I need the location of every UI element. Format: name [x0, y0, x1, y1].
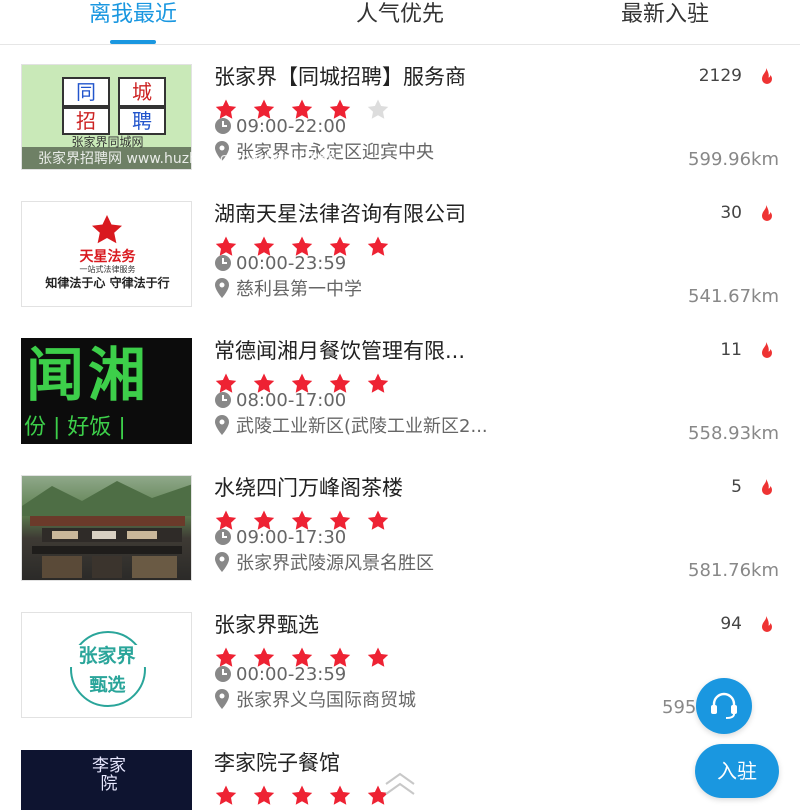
- storefront-photo: [22, 481, 191, 578]
- distance: 558.93km: [688, 423, 779, 444]
- headset-icon: [711, 692, 737, 719]
- business-hours: 00:00-23:59: [236, 253, 347, 274]
- shop-thumbnail: 闻湘 份 | 好饭 |: [21, 338, 192, 444]
- shop-thumbnail: 李家院: [21, 750, 192, 810]
- hours-row: 08:00-17:00: [214, 390, 346, 415]
- clock-icon: [214, 391, 236, 415]
- tab-popular[interactable]: 人气优先: [335, 0, 465, 30]
- shop-address: 武陵工业新区(武陵工业新区2...: [236, 416, 488, 437]
- popularity-count: 30: [720, 203, 742, 223]
- thumb-brand-sub: 甄选: [89, 675, 126, 696]
- shop-name: 张家界甄选: [214, 613, 319, 637]
- tab-nearest[interactable]: 离我最近: [68, 0, 198, 30]
- tab-bar: 离我最近 人气优先 最新入驻: [0, 0, 800, 45]
- popularity-count: 2129: [698, 66, 742, 86]
- flame-icon: [762, 479, 772, 495]
- business-hours: 00:00-23:59: [236, 664, 347, 685]
- hours-row: 00:00-23:59: [214, 664, 346, 689]
- thumb-brand: 闻湘: [26, 341, 151, 409]
- clock-icon: [214, 665, 236, 689]
- shop-address: 张家界义乌国际商贸城: [236, 690, 416, 711]
- distance: 541.67km: [688, 286, 779, 307]
- business-hours: 09:00-22:00: [236, 116, 347, 137]
- shop-address: 慈利县第一中学: [236, 279, 362, 300]
- star-filled-icon: [367, 236, 389, 256]
- distance: 595: [662, 697, 697, 718]
- watermark-text: 张家界招聘网 www.huzhan.com/ishop17856: [38, 151, 337, 167]
- flame-icon: [762, 342, 772, 358]
- thumb-cell: 城: [118, 77, 166, 107]
- clock-icon: [214, 117, 236, 141]
- thumb-slogan: 知律法于心 守律法于行: [45, 276, 170, 290]
- shop-name: 湖南天星法律咨询有限公司: [214, 202, 466, 226]
- shop-thumbnail: 天星法务 一站式法律服务 知律法于心 守律法于行: [21, 201, 192, 307]
- shop-thumbnail: [21, 475, 192, 581]
- location-pin-icon: [214, 552, 236, 578]
- popularity-count: 11: [720, 340, 742, 360]
- shop-name: 水绕四门万峰阁茶楼: [214, 476, 403, 500]
- location-pin-icon: [214, 689, 236, 715]
- thumb-cell: 招: [62, 107, 110, 135]
- address-row: 武陵工业新区(武陵工业新区2...: [214, 415, 488, 441]
- distance: 581.76km: [688, 560, 779, 581]
- shop-list-item[interactable]: 水绕四门万峰阁茶楼 5 09:00-17:30 张家界武陵源风景名胜区 581.…: [0, 475, 800, 612]
- location-pin-icon: [214, 415, 236, 441]
- thumb-cell: 聘: [118, 107, 166, 135]
- shop-name: 李家院子餐馆: [214, 751, 340, 775]
- thumb-brand: 天星法务: [79, 249, 136, 265]
- star-filled-icon: [215, 785, 237, 805]
- star-filled-icon: [291, 785, 313, 805]
- flame-icon: [762, 205, 772, 221]
- flame-icon: [762, 616, 772, 632]
- star-logo-icon: [92, 215, 122, 244]
- star-filled-icon: [367, 510, 389, 530]
- star-filled-icon: [253, 785, 275, 805]
- address-row: 张家界武陵源风景名胜区: [214, 552, 434, 578]
- shop-address: 张家界武陵源风景名胜区: [236, 553, 434, 574]
- shop-list-item[interactable]: 张家界 甄选 张家界甄选 94 00:00-23:59 张家界义乌国际商贸城 5…: [0, 612, 800, 749]
- star-filled-icon: [329, 785, 351, 805]
- hours-row: 09:00-17:30: [214, 527, 346, 552]
- business-hours: 09:00-17:30: [236, 527, 347, 548]
- shop-name: 张家界【同城招聘】服务商: [214, 65, 466, 89]
- hours-row: 00:00-23:59: [214, 253, 346, 278]
- shop-thumbnail: 张家界 甄选: [21, 612, 192, 718]
- shop-list-item[interactable]: 天星法务 一站式法律服务 知律法于心 守律法于行 湖南天星法律咨询有限公司 30…: [0, 201, 800, 338]
- address-row: 慈利县第一中学: [214, 278, 362, 304]
- join-button[interactable]: 入驻: [695, 744, 779, 798]
- shop-name: 常德闻湘月餐饮管理有限...: [214, 339, 466, 363]
- customer-service-button[interactable]: [696, 678, 752, 734]
- double-chevron-up-icon[interactable]: [380, 772, 420, 798]
- thumb-cell: 同: [62, 77, 110, 107]
- tab-newest[interactable]: 最新入驻: [600, 0, 730, 30]
- shop-list-item[interactable]: 同 城 招 聘 张家界同城网 张家界招聘网 www.huzhan.com/ish…: [0, 64, 800, 201]
- address-row: 张家界义乌国际商贸城: [214, 689, 416, 715]
- business-hours: 08:00-17:00: [236, 390, 347, 411]
- star-empty-icon: [367, 99, 389, 119]
- thumb-sign: 李家院: [92, 756, 126, 794]
- star-filled-icon: [367, 373, 389, 393]
- shop-list-item[interactable]: 闻湘 份 | 好饭 | 常德闻湘月餐饮管理有限... 11 08:00-17:0…: [0, 338, 800, 475]
- hours-row: 09:00-22:00: [214, 116, 346, 141]
- active-tab-indicator: [110, 40, 156, 44]
- distance: 599.96km: [688, 149, 779, 170]
- location-pin-icon: [214, 278, 236, 304]
- popularity-count: 94: [720, 614, 742, 634]
- thumb-brand: 张家界: [62, 645, 152, 667]
- star-filled-icon: [367, 647, 389, 667]
- clock-icon: [214, 254, 236, 278]
- popularity-count: 5: [731, 477, 742, 497]
- flame-icon: [762, 68, 772, 84]
- thumb-slogan: 份 | 好饭 |: [24, 415, 126, 440]
- clock-icon: [214, 528, 236, 552]
